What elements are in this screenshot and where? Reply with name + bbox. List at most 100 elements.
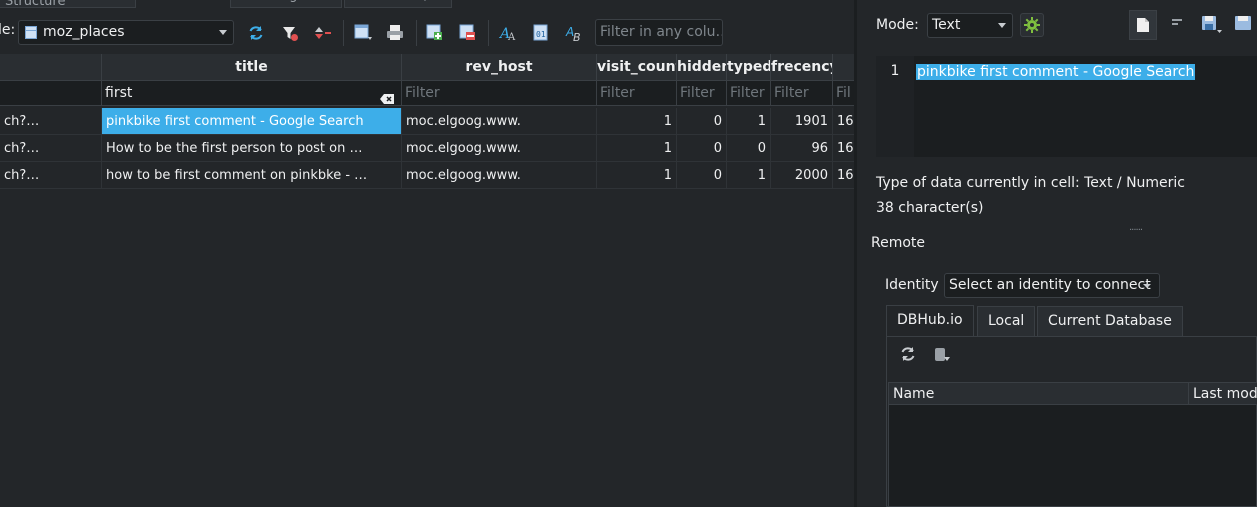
mode-select-value: Text <box>932 17 961 33</box>
import-button[interactable] <box>1233 14 1257 36</box>
table-cell[interactable]: How to be the first person to post on … <box>102 135 402 162</box>
export-button[interactable] <box>1200 14 1224 36</box>
filter-input-hidden[interactable]: Filter <box>677 81 727 106</box>
toolbar-separator <box>343 20 344 46</box>
table-cell[interactable]: ch?… <box>0 162 102 189</box>
filter-input-next[interactable]: Fil <box>833 81 854 106</box>
table-cell[interactable]: ch?… <box>0 108 102 135</box>
filter-input-rev-host[interactable]: Filter <box>402 81 597 106</box>
line-number-gutter: 1 <box>876 56 914 157</box>
auto-format-button[interactable] <box>1020 13 1044 37</box>
database-download-icon <box>935 348 950 361</box>
filter-input-frecency[interactable]: Filter <box>771 81 833 106</box>
identity-select[interactable]: Select an identity to connect <box>944 273 1160 298</box>
column-header-hidden[interactable]: hidden <box>677 54 727 81</box>
refresh-remote-button[interactable] <box>899 345 919 365</box>
clone-database-button[interactable] <box>932 345 952 365</box>
table-cell[interactable]: 16 <box>833 162 854 189</box>
table-save-icon <box>354 24 372 40</box>
selected-text: pinkbike first comment - Google Search <box>916 64 1196 80</box>
table-cell[interactable]: 1 <box>597 162 677 189</box>
table-cell[interactable]: 0 <box>677 108 727 135</box>
remote-title: Remote <box>871 235 926 251</box>
chevron-down-icon <box>219 30 227 35</box>
tab-dbhub[interactable]: DBHub.io <box>886 305 974 336</box>
column-header-url[interactable] <box>0 54 102 81</box>
import-icon <box>1235 16 1251 30</box>
filter-input-title[interactable]: first <box>102 81 402 106</box>
save-icon <box>1202 16 1222 33</box>
table-cell[interactable]: 0 <box>677 162 727 189</box>
refresh-button[interactable] <box>244 21 268 45</box>
table-cell[interactable]: 16 <box>833 135 854 162</box>
table-cell[interactable]: 16 <box>833 108 854 135</box>
word-wrap-icon <box>1172 19 1182 25</box>
tab-database-structure[interactable]: Database Structure <box>0 0 136 8</box>
tab-execute-sql[interactable]: Execute SQL <box>344 0 452 8</box>
column-header-name[interactable]: Name <box>889 383 1189 405</box>
svg-text:01: 01 <box>536 30 546 39</box>
column-header-last-modified[interactable]: Last modi <box>1189 383 1257 405</box>
svg-text:B: B <box>573 31 581 43</box>
delete-record-button[interactable] <box>456 21 480 45</box>
filter-clear-icon <box>283 27 298 41</box>
number-format-icon: 01 <box>533 24 548 41</box>
chevron-down-icon <box>998 23 1006 28</box>
table-cell[interactable]: 1 <box>597 108 677 135</box>
tab-edit-pragmas[interactable]: Edit Pragmas <box>230 0 342 8</box>
word-wrap-button[interactable] <box>1168 14 1188 34</box>
tab-current-database[interactable]: Current Database <box>1037 306 1183 336</box>
refresh-icon <box>901 347 915 361</box>
mode-select[interactable]: Text <box>927 13 1013 38</box>
table-cell[interactable]: 0 <box>727 135 771 162</box>
identity-label: Identity <box>885 277 939 293</box>
char-count: 38 character(s) <box>876 200 984 216</box>
column-header-frecency[interactable]: frecency <box>771 54 833 81</box>
table-select[interactable]: moz_places <box>18 20 234 45</box>
table-label: le: <box>0 22 16 38</box>
table-cell[interactable]: moc.elgoog.www. <box>402 162 597 189</box>
new-document-button[interactable] <box>1129 10 1157 40</box>
table-select-value: moz_places <box>43 24 125 40</box>
filter-all-columns-input[interactable]: Filter in any colu… <box>595 19 723 46</box>
number-format-button[interactable]: 01 <box>529 21 553 45</box>
add-row-icon <box>426 24 442 40</box>
identity-select-value: Select an identity to connect <box>949 277 1151 293</box>
column-header-typed[interactable]: typed <box>727 54 771 81</box>
clear-text-icon[interactable] <box>380 88 394 104</box>
print-button[interactable] <box>383 21 407 45</box>
save-table-button[interactable] <box>351 21 375 45</box>
column-header-visit-count[interactable]: visit_count <box>597 54 677 81</box>
sort-button[interactable] <box>311 21 335 45</box>
column-header-title[interactable]: title <box>102 54 402 81</box>
tab-local[interactable]: Local <box>977 306 1036 336</box>
table-cell-selected[interactable]: pinkbike first comment - Google Search <box>102 108 402 135</box>
table-cell[interactable]: 1 <box>597 135 677 162</box>
table-cell[interactable]: 0 <box>677 135 727 162</box>
table-cell[interactable]: moc.elgoog.www. <box>402 108 597 135</box>
table-cell[interactable]: 1 <box>727 162 771 189</box>
text-format-button[interactable]: A A <box>496 21 520 45</box>
clear-filters-button[interactable] <box>278 21 302 45</box>
remote-database-list[interactable]: Name Last modi <box>888 382 1257 507</box>
filter-input-visit-count[interactable]: Filter <box>597 81 677 106</box>
filter-input-url[interactable] <box>0 81 102 106</box>
table-cell[interactable]: 2000 <box>771 162 833 189</box>
table-icon <box>25 26 37 39</box>
filter-input-typed[interactable]: Filter <box>727 81 771 106</box>
table-cell[interactable]: 96 <box>771 135 833 162</box>
find-replace-button[interactable]: A B <box>562 21 586 45</box>
table-cell[interactable]: 1 <box>727 108 771 135</box>
gear-icon <box>1024 17 1040 33</box>
resize-handle-icon[interactable]: ...... <box>1129 222 1143 233</box>
column-header-rev-host[interactable]: rev_host <box>402 54 597 81</box>
column-header-next[interactable] <box>833 54 854 81</box>
table-cell[interactable]: ch?… <box>0 135 102 162</box>
svg-text:A: A <box>507 32 516 43</box>
table-cell[interactable]: how to be first comment on pinkbke - … <box>102 162 402 189</box>
cell-editor[interactable]: 1 pinkbike first comment - Google Search <box>876 56 1257 157</box>
table-cell[interactable]: moc.elgoog.www. <box>402 135 597 162</box>
table-cell[interactable]: 1901 <box>771 108 833 135</box>
editor-text[interactable]: pinkbike first comment - Google Search <box>916 64 1196 80</box>
insert-record-button[interactable] <box>423 21 447 45</box>
